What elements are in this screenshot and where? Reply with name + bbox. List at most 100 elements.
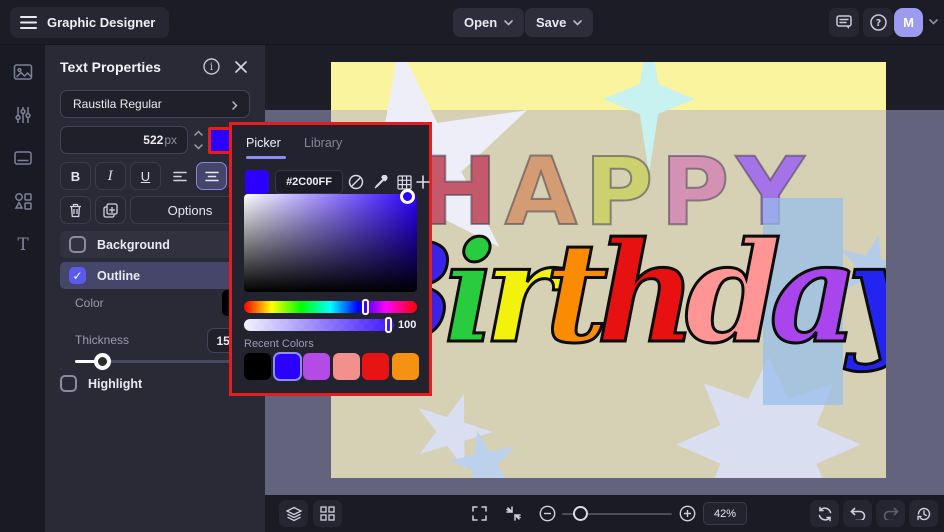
open-button[interactable]: Open [453, 8, 524, 37]
main-menu-button[interactable]: Graphic Designer [10, 7, 169, 38]
info-icon: i [203, 58, 220, 75]
chevron-right-icon [232, 101, 238, 110]
refresh-icon [817, 506, 833, 522]
alpha-handle[interactable] [385, 317, 392, 333]
plus-circle-icon [679, 505, 696, 522]
font-size-stepper[interactable] [191, 126, 207, 154]
font-size-input[interactable]: 522px [60, 126, 188, 154]
sidebar-item-text[interactable]: T [11, 232, 35, 256]
align-center-button[interactable] [196, 162, 227, 190]
eyedropper-icon [373, 175, 388, 190]
color-picker-popup: Picker Library #2C00FF 100 Recent Colors [229, 122, 432, 396]
pages-button[interactable] [313, 500, 342, 527]
recent-color-swatch[interactable] [274, 353, 301, 380]
layers-icon [286, 506, 302, 522]
fit-to-screen-button[interactable] [499, 500, 527, 527]
bold-button[interactable]: B [60, 162, 91, 190]
align-left-button[interactable] [166, 162, 193, 190]
delete-button[interactable] [60, 196, 91, 224]
alpha-slider[interactable] [244, 319, 394, 331]
account-chevron-icon[interactable] [929, 19, 938, 25]
text-icon: T [13, 234, 33, 254]
font-family-selector[interactable]: Raustila Regular [60, 90, 250, 118]
italic-button[interactable]: I [95, 162, 126, 190]
duplicate-button[interactable] [95, 196, 126, 224]
background-toggle[interactable]: Background [60, 231, 250, 258]
history-icon [916, 506, 932, 522]
close-icon [235, 61, 247, 73]
tab-picker[interactable]: Picker [246, 136, 281, 150]
background-checkbox[interactable] [69, 236, 86, 253]
hue-slider[interactable] [244, 301, 417, 313]
no-color-button[interactable] [345, 170, 367, 194]
close-panel-button[interactable] [230, 56, 251, 77]
italic-label: I [108, 169, 113, 184]
info-button[interactable]: i [201, 56, 222, 77]
recent-color-swatch[interactable] [333, 353, 360, 380]
redo-button[interactable] [876, 500, 905, 527]
font-family-value: Raustila Regular [73, 97, 162, 111]
align-center-icon [205, 171, 219, 182]
zoom-level-value: 42% [714, 508, 736, 520]
avatar[interactable]: M [894, 8, 923, 37]
zoom-in-button[interactable] [673, 500, 701, 527]
image-icon [13, 62, 33, 82]
outline-color-label: Color [75, 296, 104, 310]
align-left-icon [173, 171, 187, 182]
sv-handle[interactable] [400, 189, 415, 204]
underline-button[interactable]: U [130, 162, 161, 190]
hue-handle[interactable] [362, 299, 369, 315]
outline-toggle[interactable]: ✓ Outline [60, 262, 250, 289]
art-letter: i [444, 211, 484, 374]
help-button[interactable]: ? [863, 8, 893, 37]
zoom-slider-thumb[interactable] [573, 506, 588, 521]
highlight-checkbox[interactable] [60, 375, 77, 392]
help-icon: ? [870, 14, 887, 31]
refresh-button[interactable] [810, 500, 839, 527]
bold-label: B [71, 169, 80, 184]
hex-color-input[interactable]: #2C00FF [275, 170, 343, 194]
grid-squares-icon [320, 506, 335, 521]
eyedropper-button[interactable] [369, 170, 391, 194]
current-color-swatch[interactable] [245, 170, 269, 194]
add-color-button[interactable] [412, 170, 434, 194]
sidebar-item-shapes[interactable] [11, 189, 35, 213]
highlight-toggle[interactable]: Highlight [60, 375, 142, 392]
hex-value: #2C00FF [286, 176, 332, 188]
tool-rail: T [0, 45, 45, 532]
saturation-value-area[interactable] [244, 194, 417, 292]
art-letter: y [847, 211, 886, 374]
alpha-value: 100 [398, 319, 416, 331]
history-button[interactable] [909, 500, 938, 527]
compress-icon [506, 506, 521, 521]
undo-icon [850, 507, 866, 520]
recent-color-swatch[interactable] [392, 353, 419, 380]
comments-button[interactable] [829, 8, 859, 37]
tab-library-label: Library [304, 136, 342, 150]
undo-button[interactable] [843, 500, 872, 527]
stepper-down-icon[interactable] [194, 144, 203, 150]
font-size-unit: px [164, 133, 177, 147]
layers-button[interactable] [279, 500, 308, 527]
stepper-up-icon[interactable] [194, 130, 203, 136]
shapes-icon [13, 191, 33, 211]
recent-color-swatch[interactable] [244, 353, 271, 380]
fullscreen-button[interactable] [465, 500, 493, 527]
outline-checkbox[interactable]: ✓ [69, 267, 86, 284]
sidebar-item-images[interactable] [11, 60, 35, 84]
sidebar-item-templates[interactable] [11, 146, 35, 170]
recent-color-swatch[interactable] [303, 353, 330, 380]
options-label: Options [168, 203, 213, 218]
zoom-out-button[interactable] [533, 500, 561, 527]
thickness-value: 15 [216, 334, 229, 348]
sidebar-item-adjust[interactable] [11, 103, 35, 127]
recent-colors-label: Recent Colors [244, 338, 314, 350]
tab-library[interactable]: Library [304, 136, 342, 150]
save-button[interactable]: Save [525, 8, 593, 37]
chevron-down-icon [573, 20, 582, 26]
avatar-initial: M [903, 15, 914, 30]
zoom-level-field[interactable]: 42% [703, 502, 747, 525]
recent-color-swatch[interactable] [362, 353, 389, 380]
expand-icon [472, 506, 487, 521]
thickness-slider-thumb[interactable] [94, 353, 111, 370]
